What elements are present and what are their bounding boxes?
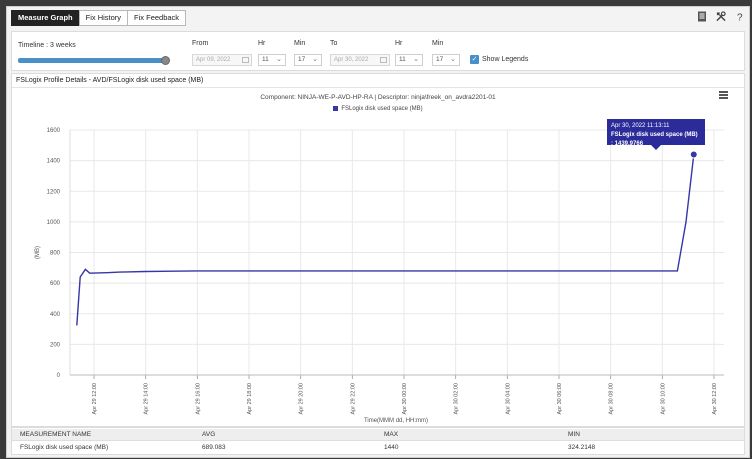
x-tick-label: Apr 29 18:00 bbox=[247, 383, 253, 415]
stats-header-row: MEASUREMENT NAME AVG MAX MIN bbox=[12, 429, 744, 441]
from-hr-select[interactable]: 11 ⌄ bbox=[258, 54, 286, 66]
table-row: FSLogix disk used space (MB) 689.083 144… bbox=[12, 442, 744, 454]
to-min-label: Min bbox=[432, 40, 444, 47]
y-tick-label: 1600 bbox=[47, 128, 61, 134]
graph-panel: FSLogix Profile Details - AVD/FSLogix di… bbox=[11, 73, 745, 427]
tab-fix-feedback[interactable]: Fix Feedback bbox=[127, 10, 187, 26]
timeline-slider-track[interactable] bbox=[18, 58, 166, 63]
to-hr-label: Hr bbox=[395, 40, 403, 47]
show-legends-label: Show Legends bbox=[482, 56, 529, 63]
x-tick-label: Apr 29 20:00 bbox=[299, 383, 305, 415]
x-tick-label: Apr 30 04:00 bbox=[505, 383, 511, 415]
to-date-input[interactable]: Apr 30, 2022 bbox=[330, 54, 390, 66]
chevron-down-icon: ⌄ bbox=[276, 56, 282, 63]
tools-icon[interactable] bbox=[716, 11, 726, 22]
y-tick-label: 200 bbox=[50, 342, 61, 348]
tab-bar: Measure Graph Fix History Fix Feedback bbox=[11, 10, 187, 28]
from-hr-value: 11 bbox=[262, 56, 269, 63]
to-hr-value: 11 bbox=[399, 56, 406, 63]
from-hr-label: Hr bbox=[258, 40, 266, 47]
x-tick-label: Apr 30 02:00 bbox=[454, 383, 460, 415]
col-header-measurement: MEASUREMENT NAME bbox=[20, 431, 92, 438]
tooltip-time: Apr 30, 2022 11:13:11 bbox=[611, 123, 670, 129]
x-tick-label: Apr 29 22:00 bbox=[350, 383, 356, 415]
toolbar-icons: ? bbox=[697, 11, 745, 22]
y-tick-label: 1200 bbox=[47, 189, 61, 195]
timeline-label: Timeline : 3 weeks bbox=[18, 42, 76, 49]
timeline-slider-thumb[interactable] bbox=[161, 56, 170, 65]
y-tick-label: 400 bbox=[50, 312, 61, 318]
x-tick-label: Apr 29 12:00 bbox=[92, 383, 98, 415]
x-tick-label: Apr 30 06:00 bbox=[557, 383, 563, 415]
calendar-icon[interactable] bbox=[380, 57, 387, 63]
show-legends-checkbox[interactable]: ✓ bbox=[470, 55, 479, 64]
y-tick-label: 1400 bbox=[47, 159, 61, 165]
col-header-max: MAX bbox=[384, 431, 399, 438]
tooltip-arrow bbox=[651, 145, 661, 150]
to-label: To bbox=[330, 40, 338, 47]
cell-avg: 689.083 bbox=[202, 444, 226, 451]
cell-min: 324.2148 bbox=[568, 444, 596, 451]
chevron-down-icon: ⌄ bbox=[413, 56, 419, 63]
chevron-down-icon: ⌄ bbox=[312, 56, 318, 63]
tab-measure-graph[interactable]: Measure Graph bbox=[11, 10, 80, 26]
help-icon[interactable]: ? bbox=[735, 11, 745, 23]
svg-text:?: ? bbox=[737, 13, 743, 23]
x-tick-label: Apr 29 16:00 bbox=[195, 383, 201, 415]
from-date-value: Apr 09, 2022 bbox=[196, 57, 231, 63]
x-tick-label: Apr 30 08:00 bbox=[609, 383, 615, 415]
col-header-avg: AVG bbox=[202, 431, 216, 438]
x-tick-label: Apr 30 12:00 bbox=[712, 383, 718, 415]
y-tick-label: 0 bbox=[57, 373, 61, 379]
from-date-input[interactable]: Apr 09, 2022 bbox=[192, 54, 252, 66]
stats-table: MEASUREMENT NAME AVG MAX MIN FSLogix dis… bbox=[11, 427, 745, 455]
col-header-min: MIN bbox=[568, 431, 580, 438]
from-label: From bbox=[192, 40, 209, 47]
chevron-down-icon: ⌄ bbox=[450, 56, 456, 63]
cell-max: 1440 bbox=[384, 444, 399, 451]
measure-graph-window: Measure Graph Fix History Fix Feedback ?… bbox=[6, 6, 750, 458]
highlight-point bbox=[689, 150, 698, 159]
x-tick-label: Apr 30 00:00 bbox=[402, 383, 408, 415]
y-tick-label: 1000 bbox=[47, 220, 61, 226]
y-tick-label: 600 bbox=[50, 281, 61, 287]
document-icon[interactable] bbox=[697, 11, 707, 22]
calendar-icon[interactable] bbox=[242, 57, 249, 63]
tab-fix-history[interactable]: Fix History bbox=[78, 10, 129, 26]
y-tick-label: 800 bbox=[50, 251, 61, 257]
to-min-select[interactable]: 17 ⌄ bbox=[432, 54, 460, 66]
x-tick-label: Apr 30 10:00 bbox=[660, 383, 666, 415]
chart-tooltip: Apr 30, 2022 11:13:11 FSLogix disk used … bbox=[607, 119, 705, 150]
to-min-value: 17 bbox=[436, 56, 444, 63]
to-hr-select[interactable]: 11 ⌄ bbox=[395, 54, 423, 66]
timeline-controls: Timeline : 3 weeks From Apr 09, 2022 Hr … bbox=[11, 31, 745, 71]
series-line bbox=[76, 154, 695, 326]
to-date-value: Apr 30, 2022 bbox=[334, 57, 369, 63]
from-min-select[interactable]: 17 ⌄ bbox=[294, 54, 322, 66]
x-axis-label: Time(MMM dd, HH:mm) bbox=[364, 418, 428, 424]
x-tick-label: Apr 29 14:00 bbox=[144, 383, 150, 415]
cell-measurement-name: FSLogix disk used space (MB) bbox=[20, 444, 109, 451]
y-axis-label: (MB) bbox=[35, 246, 41, 259]
from-min-value: 17 bbox=[298, 56, 306, 63]
from-min-label: Min bbox=[294, 40, 306, 47]
